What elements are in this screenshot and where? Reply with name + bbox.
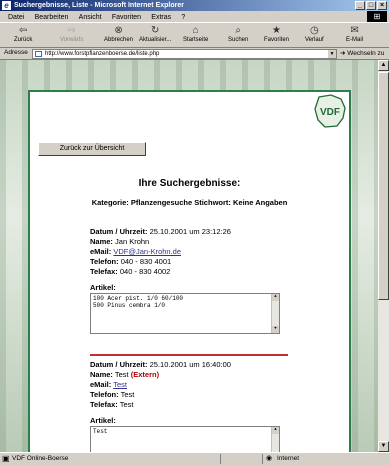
menu-bearbeiten[interactable]: Bearbeiten <box>35 14 69 21</box>
mail-button[interactable]: ✉ E-Mail <box>346 25 363 43</box>
address-url: http://www.forstpflanzenboerse.de/liste.… <box>45 51 160 57</box>
address-dropdown-icon[interactable]: ▼ <box>328 50 336 58</box>
close-button[interactable]: × <box>377 1 387 10</box>
windows-logo-icon: ⊞ <box>367 11 387 22</box>
menu-bar: Datei Bearbeiten Ansicht Favoriten Extra… <box>0 11 389 22</box>
back-button[interactable]: ⇦ Zurück <box>14 25 32 43</box>
textarea-scrollbar[interactable]: ▲ ▼ <box>271 294 279 333</box>
entry-date-row: Datum / Uhrzeit: 25.10.2001 um 16:40:00 <box>90 360 231 369</box>
mail-icon: ✉ <box>350 25 359 36</box>
back-arrow-icon: ⇦ <box>18 25 28 36</box>
vdf-logo: VDF <box>314 94 346 128</box>
entry-date-row: Datum / Uhrzeit: 25.10.2001 um 23:12:26 <box>90 227 231 236</box>
favorites-button[interactable]: ★ Favoriten <box>264 25 289 43</box>
entry-fax-row: Telefax: Test <box>90 400 134 409</box>
home-icon: ⌂ <box>192 25 199 36</box>
address-input[interactable]: http://www.forstpflanzenboerse.de/liste.… <box>32 49 337 59</box>
status-bar: ▣ VDF Online-Boerse ◉ Internet <box>0 452 389 465</box>
address-bar: Adresse http://www.forstpflanzenboerse.d… <box>0 48 389 60</box>
textarea-scrollbar[interactable]: ▲ ▼ <box>271 427 279 452</box>
content-panel: VDF Zurück zur Übersicht Ihre Suchergebn… <box>28 90 351 452</box>
go-arrow-icon: ➜ <box>340 50 346 57</box>
result-entry: Datum / Uhrzeit: 25.10.2001 um 16:40:00 … <box>90 360 330 452</box>
search-icon: ⌕ <box>235 25 241 36</box>
maximize-button[interactable]: □ <box>366 1 376 10</box>
forward-arrow-icon: ⇨ <box>67 25 76 36</box>
scroll-down-icon[interactable]: ▼ <box>378 441 389 452</box>
refresh-icon: ↻ <box>150 25 160 36</box>
scroll-up-icon[interactable]: ▲ <box>272 294 279 301</box>
window-title: Suchergebnisse, Liste - Microsoft Intern… <box>14 2 184 9</box>
home-button[interactable]: ⌂ Startseite <box>183 25 208 43</box>
address-label: Adresse <box>4 49 28 56</box>
extern-badge: (Extern) <box>130 370 160 379</box>
status-separator <box>220 454 221 464</box>
security-zone: Internet <box>277 455 300 462</box>
articles-textarea[interactable]: Test ▲ ▼ <box>90 426 280 452</box>
svg-text:VDF: VDF <box>320 107 340 118</box>
menu-ansicht[interactable]: Ansicht <box>79 14 102 21</box>
forward-button[interactable]: ⇨ Vorwärts <box>60 25 83 43</box>
articles-label: Artikel: <box>90 416 116 425</box>
entry-name-row: Name: Jan Krohn <box>90 237 150 246</box>
entry-divider <box>90 354 288 356</box>
menu-help[interactable]: ? <box>181 14 185 21</box>
stop-icon: ⊗ <box>114 25 123 36</box>
entry-fax-row: Telefax: 040 - 830 4002 <box>90 267 171 276</box>
entry-email-row: eMail: VDF@Jan-Krohn.de <box>90 247 182 256</box>
page-done-icon: ▣ <box>2 454 10 463</box>
history-button[interactable]: ◷ Verlauf <box>305 25 324 43</box>
status-separator <box>262 454 263 464</box>
scroll-down-icon[interactable]: ▼ <box>272 326 279 333</box>
page-viewport: VDF Zurück zur Übersicht Ihre Suchergebn… <box>0 60 378 452</box>
back-to-overview-button[interactable]: Zurück zur Übersicht <box>38 142 146 156</box>
entry-email-row: eMail: Test <box>90 380 127 389</box>
entry-phone-row: Telefon: Test <box>90 390 135 399</box>
favorites-icon: ★ <box>272 25 281 36</box>
history-icon: ◷ <box>309 25 319 36</box>
scroll-thumb[interactable] <box>378 72 389 300</box>
scroll-up-icon[interactable]: ▲ <box>272 427 279 434</box>
scroll-up-icon[interactable]: ▲ <box>378 60 389 71</box>
articles-textarea[interactable]: 100 Acer pist. 1/0 60/100 500 Pinus cemb… <box>90 293 280 334</box>
page-heading: Ihre Suchergebnisse: <box>138 178 241 189</box>
go-button[interactable]: ➜ Wechseln zu <box>340 49 384 57</box>
status-text: VDF Online-Boerse <box>12 455 69 462</box>
title-bar: e Suchergebnisse, Liste - Microsoft Inte… <box>0 0 389 11</box>
search-button[interactable]: ⌕ Suchen <box>228 25 248 43</box>
refresh-button[interactable]: ↻ Aktualisier... <box>139 25 171 43</box>
email-link[interactable]: VDF@Jan-Krohn.de <box>113 247 181 256</box>
stop-button[interactable]: ⊗ Abbrechen <box>104 25 133 43</box>
result-entry: Datum / Uhrzeit: 25.10.2001 um 23:12:26 … <box>90 227 330 334</box>
page-scrollbar[interactable]: ▲ ▼ <box>378 60 389 452</box>
minimize-button[interactable]: _ <box>355 1 365 10</box>
window-controls: _ □ × <box>355 1 387 10</box>
search-criteria: Kategorie: Pflanzengesuche Stichwort: Ke… <box>91 198 288 207</box>
menu-extras[interactable]: Extras <box>151 14 171 21</box>
page-icon <box>35 51 42 57</box>
email-link[interactable]: Test <box>113 380 127 389</box>
menu-favoriten[interactable]: Favoriten <box>112 14 141 21</box>
entry-phone-row: Telefon: 040 - 830 4001 <box>90 257 172 266</box>
globe-icon: ◉ <box>266 455 273 462</box>
menu-datei[interactable]: Datei <box>8 14 24 21</box>
articles-label: Artikel: <box>90 283 116 292</box>
ie-icon: e <box>2 1 11 10</box>
toolbar: ⇦ Zurück ⇨ Vorwärts ⊗ Abbrechen ↻ Aktual… <box>0 22 389 48</box>
entry-name-row: Name: Test (Extern) <box>90 370 160 379</box>
